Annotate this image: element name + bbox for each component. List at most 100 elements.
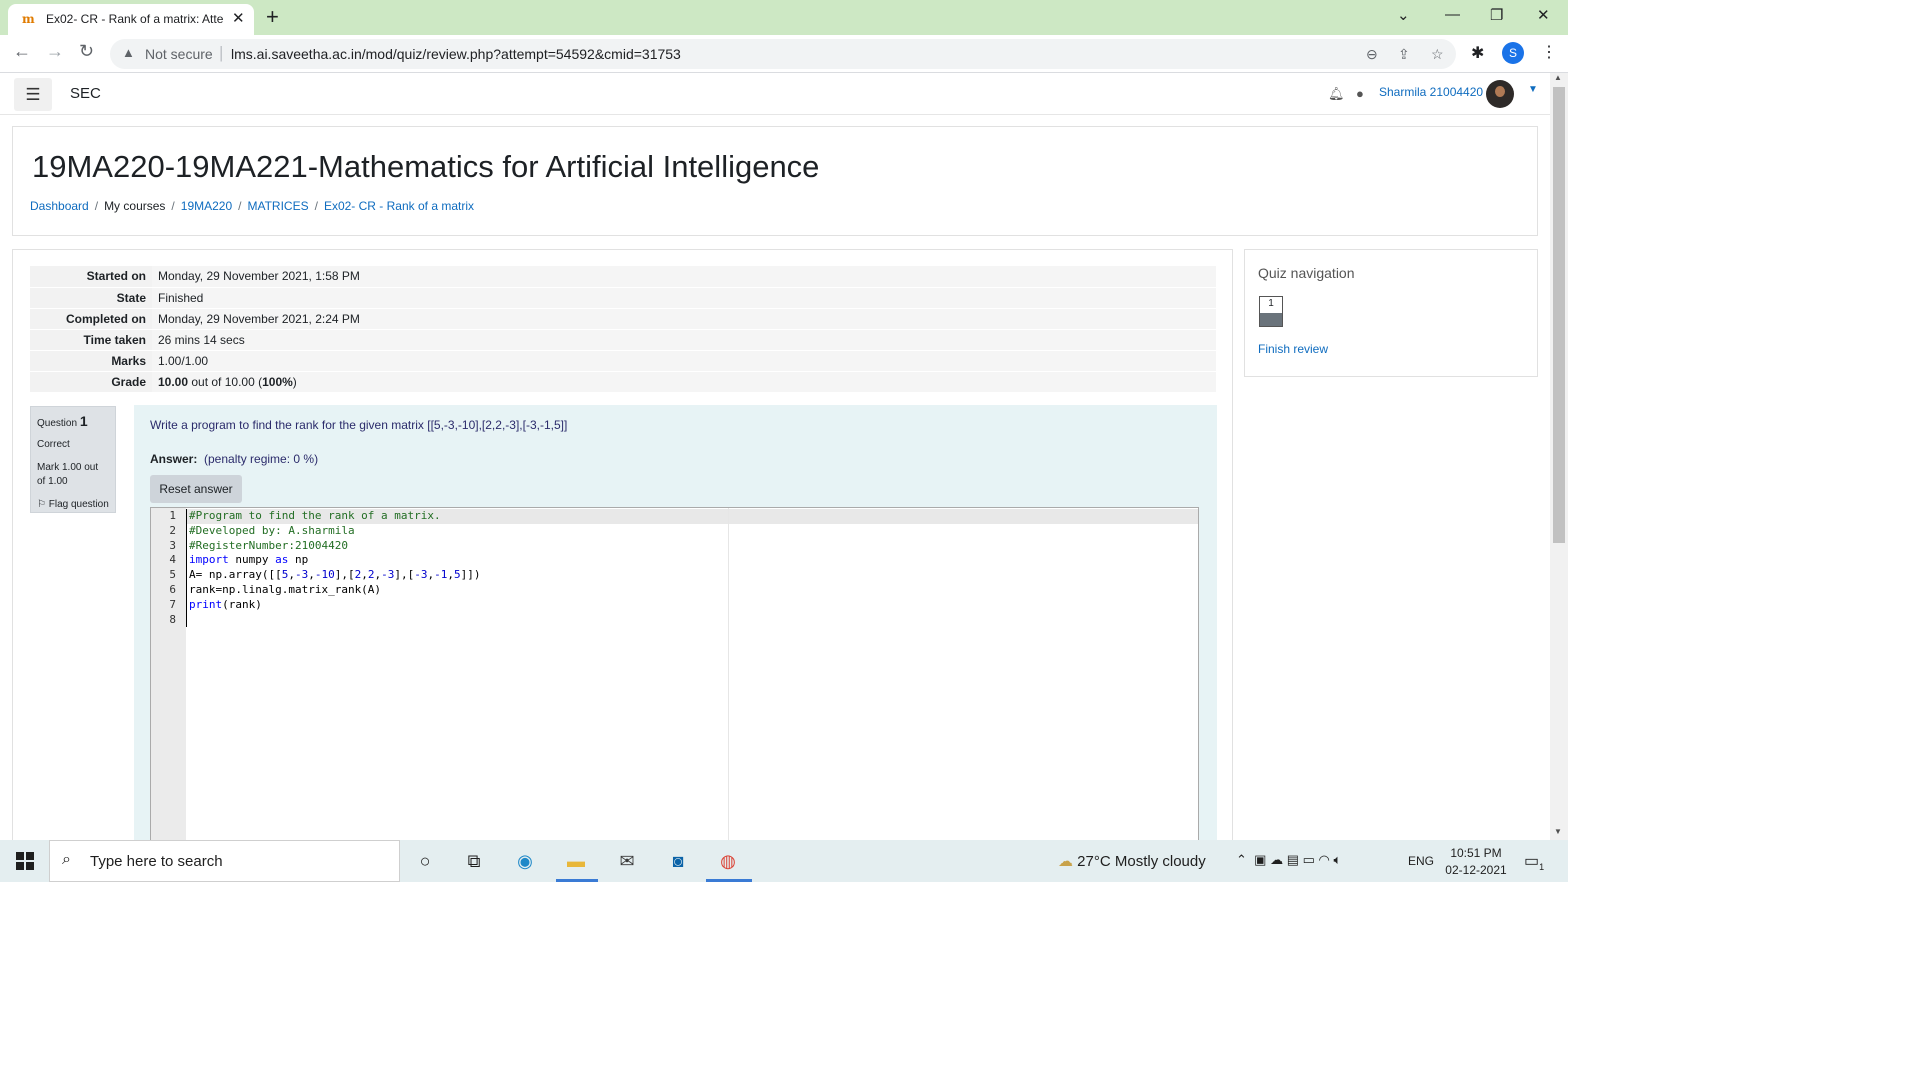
menu-toggle-icon[interactable]: ☰ xyxy=(14,78,52,111)
line-number: 6 xyxy=(169,582,176,596)
share-icon[interactable]: ⇪ xyxy=(1398,46,1410,63)
breadcrumb-section[interactable]: MATRICES xyxy=(247,199,308,213)
display-icon[interactable]: ▤ xyxy=(1287,852,1299,867)
reload-icon[interactable]: ↻ xyxy=(79,41,94,62)
tab-search-icon[interactable]: ⌄ xyxy=(1397,6,1410,24)
notifications-bell-icon[interactable]: 🔔︎ xyxy=(1328,86,1345,102)
code-content[interactable]: #Program to find the rank of a matrix. #… xyxy=(189,509,480,613)
browser-toolbar: ← → ↻ ▲ Not secure | lms.ai.saveetha.ac.… xyxy=(0,35,1568,73)
minimize-icon[interactable]: — xyxy=(1445,6,1460,23)
summary-value: Monday, 29 November 2021, 2:24 PM xyxy=(152,308,1216,330)
volume-icon[interactable]: 🔈︎ xyxy=(1334,852,1342,867)
quiz-nav-question-button[interactable]: 1 xyxy=(1259,296,1283,327)
site-header: ☰ SEC 🔔︎ ● Sharmila 21004420 ( ▼ xyxy=(0,74,1550,115)
taskbar-search-box[interactable]: ⌕ Type here to search xyxy=(49,840,400,882)
cloud-icon: ☁ xyxy=(1058,853,1073,870)
mail-icon[interactable]: ✉ xyxy=(614,848,640,874)
edge-browser-icon[interactable]: ◉ xyxy=(512,848,538,874)
question-info: Question 1 Correct Mark 1.00 out of 1.00… xyxy=(30,406,116,513)
table-row: State Finished xyxy=(30,287,1216,309)
scroll-up-arrow-icon[interactable]: ▲ xyxy=(1554,73,1562,82)
onedrive-icon[interactable]: ☁ xyxy=(1270,852,1283,867)
new-tab-icon[interactable]: + xyxy=(266,4,279,30)
restore-icon[interactable]: ❐ xyxy=(1490,6,1503,24)
page-scrollbar[interactable]: ▲ ▼ xyxy=(1550,73,1568,840)
summary-label: Started on xyxy=(30,266,152,288)
windows-start-icon[interactable] xyxy=(16,852,34,870)
user-menu-caret-icon[interactable]: ▼ xyxy=(1528,84,1538,95)
taskbar-clock[interactable]: 10:51 PM 02-12-2021 xyxy=(1444,845,1508,879)
print-margin xyxy=(728,508,729,849)
summary-label: Time taken xyxy=(30,329,152,351)
task-view-icon[interactable]: ⧉ xyxy=(461,848,487,874)
not-secure-label[interactable]: Not secure xyxy=(145,46,213,62)
bookmark-star-icon[interactable]: ☆ xyxy=(1431,46,1444,63)
profile-avatar[interactable]: S xyxy=(1502,42,1524,64)
file-explorer-icon[interactable]: ▬ xyxy=(563,848,589,874)
zoom-icon[interactable]: ⊖ xyxy=(1366,46,1378,63)
back-icon[interactable]: ← xyxy=(13,41,31,62)
messages-icon[interactable]: ● xyxy=(1356,86,1364,101)
quiz-navigation-block: Quiz navigation 1 Finish review xyxy=(1244,249,1538,377)
breadcrumb-my-courses: My courses xyxy=(104,199,166,213)
summary-value: Monday, 29 November 2021, 1:58 PM xyxy=(152,266,1216,288)
breadcrumb-quiz[interactable]: Ex02- CR - Rank of a matrix xyxy=(324,199,474,213)
table-row: Started on Monday, 29 November 2021, 1:58… xyxy=(30,266,1216,288)
close-tab-icon[interactable]: ✕ xyxy=(232,9,245,27)
question-number: Question 1 xyxy=(37,413,88,429)
url-text[interactable]: lms.ai.saveetha.ac.in/mod/quiz/review.ph… xyxy=(231,46,681,62)
chrome-icon[interactable]: ◍ xyxy=(715,848,741,874)
reset-answer-button[interactable]: Reset answer xyxy=(150,475,242,503)
summary-value: 1.00/1.00 xyxy=(152,350,1216,372)
question-content: Write a program to find the rank for the… xyxy=(134,405,1217,850)
correct-indicator xyxy=(1260,313,1282,326)
breadcrumb: Dashboard / My courses/19MA220/MATRICES / Ex… xyxy=(30,199,474,213)
answer-label: Answer: (penalty regime: 0 %) xyxy=(150,452,319,466)
scroll-down-arrow-icon[interactable]: ▼ xyxy=(1554,827,1562,836)
browser-tab[interactable]: m Ex02- CR - Rank of a matrix: Atte ✕ xyxy=(8,4,254,35)
summary-label: Marks xyxy=(30,350,152,372)
line-number: 5 xyxy=(169,568,176,582)
wifi-icon[interactable]: ◠ xyxy=(1319,852,1330,867)
close-window-icon[interactable]: ✕ xyxy=(1537,6,1550,24)
search-icon: ⌕ xyxy=(62,851,71,868)
site-name[interactable]: SEC xyxy=(70,85,101,102)
quiz-nav-number: 1 xyxy=(1268,298,1274,309)
code-editor[interactable]: 12345678 #Program to find the rank of a … xyxy=(150,507,1199,850)
address-separator: | xyxy=(219,43,224,62)
moodle-favicon-icon: m xyxy=(22,12,35,26)
forward-icon[interactable]: → xyxy=(46,41,64,62)
table-row: Marks 1.00/1.00 xyxy=(30,350,1216,372)
finish-review-link[interactable]: Finish review xyxy=(1258,342,1328,356)
summary-value: 26 mins 14 secs xyxy=(152,329,1216,351)
active-app-indicator xyxy=(706,879,752,882)
table-row: Time taken 26 mins 14 secs xyxy=(30,329,1216,351)
language-indicator[interactable]: ENG xyxy=(1408,854,1434,868)
weather-widget[interactable]: ☁ 27°C Mostly cloudy xyxy=(1058,852,1206,870)
main-region: Started on Monday, 29 November 2021, 1:58… xyxy=(12,249,1233,850)
line-number: 3 xyxy=(169,538,176,552)
flag-question-link[interactable]: ⚐ Flag question xyxy=(37,498,109,512)
search-placeholder: Type here to search xyxy=(90,853,223,870)
address-bar[interactable]: ▲ Not secure | lms.ai.saveetha.ac.in/mod… xyxy=(110,39,1456,69)
editor-gutter: 12345678 xyxy=(151,508,186,849)
breadcrumb-course[interactable]: 19MA220 xyxy=(181,199,232,213)
notification-center-icon[interactable]: ▭1 xyxy=(1524,851,1544,872)
summary-label: State xyxy=(30,287,152,309)
meet-icon[interactable]: ▣ xyxy=(1254,852,1266,867)
user-avatar[interactable] xyxy=(1486,80,1514,108)
line-number: 1 xyxy=(169,509,176,522)
question-mark: Mark 1.00 out of 1.00 xyxy=(37,462,99,487)
cortana-icon[interactable]: ○ xyxy=(412,848,438,874)
dell-icon[interactable]: ◙ xyxy=(665,848,691,874)
breadcrumb-dashboard[interactable]: Dashboard xyxy=(30,199,89,213)
browser-menu-icon[interactable]: ⋮ xyxy=(1541,42,1557,62)
line-number: 2 xyxy=(169,523,176,537)
extensions-icon[interactable]: ✱ xyxy=(1471,43,1484,63)
user-name[interactable]: Sharmila 21004420 ( xyxy=(1379,85,1490,99)
warning-icon[interactable]: ▲ xyxy=(122,45,135,60)
question-status: Correct xyxy=(37,439,70,450)
scrollbar-thumb[interactable] xyxy=(1553,87,1565,543)
battery-icon[interactable]: ▭ xyxy=(1303,852,1315,867)
show-hidden-icons-icon[interactable]: ⌃ xyxy=(1236,852,1247,867)
